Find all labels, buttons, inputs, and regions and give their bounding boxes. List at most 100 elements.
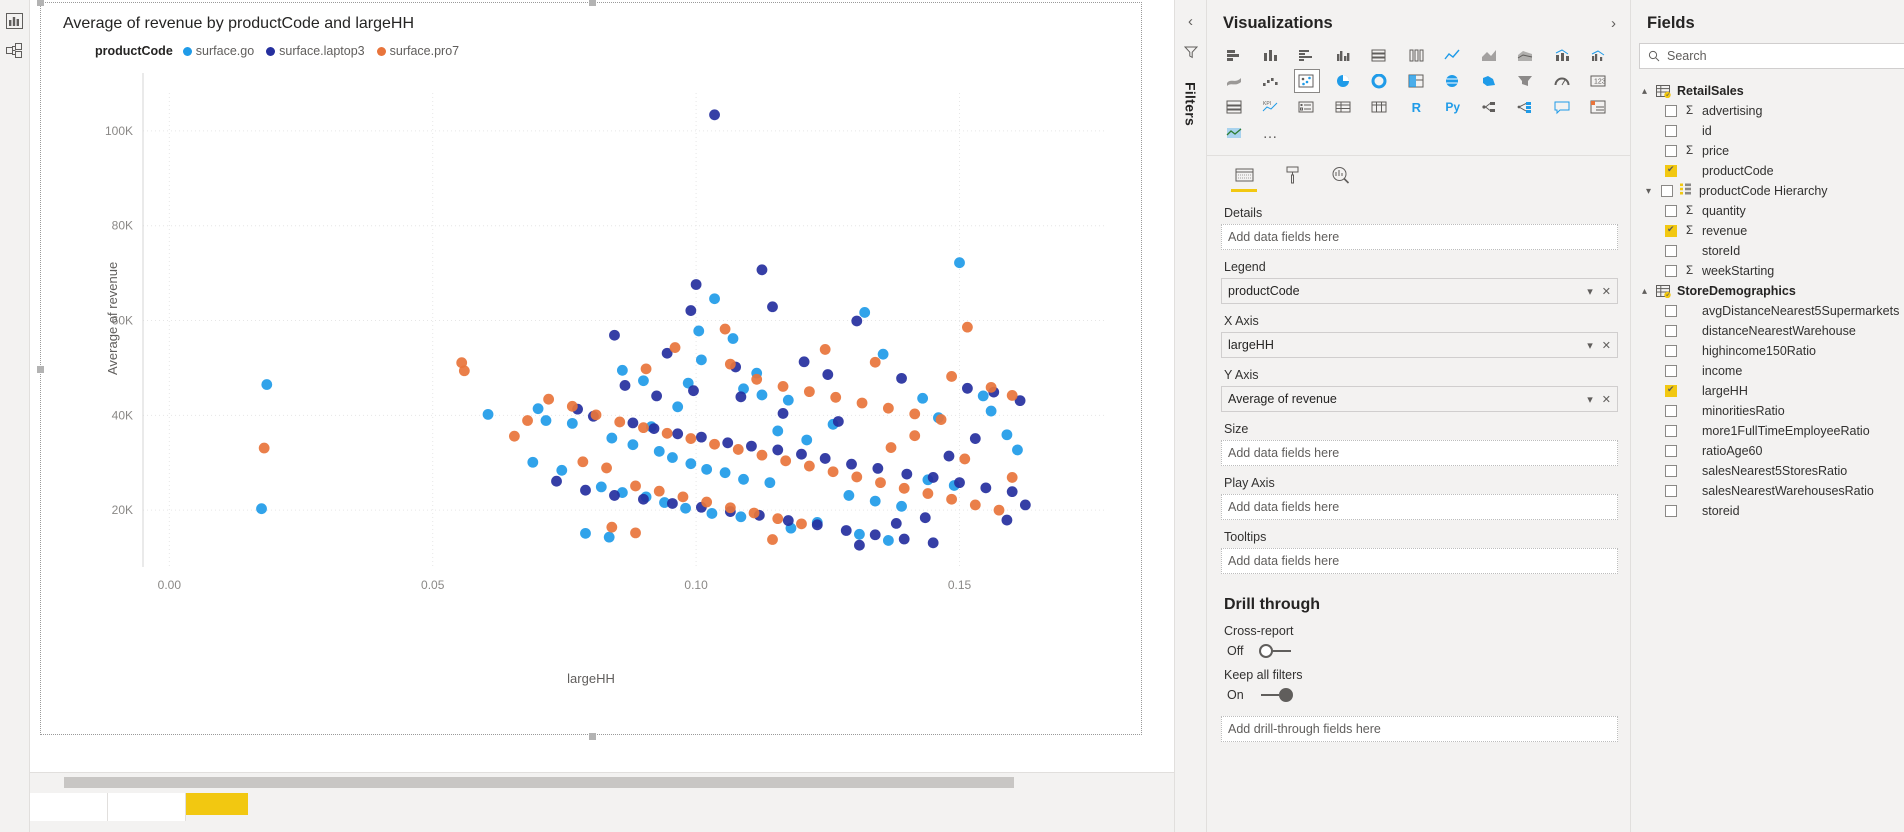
scrollbar-thumb[interactable] [64, 777, 1014, 788]
resize-handle-w[interactable] [37, 366, 44, 373]
field-row-advertising[interactable]: Σadvertising [1631, 101, 1904, 121]
data-point[interactable] [724, 358, 736, 370]
data-point[interactable] [261, 379, 273, 390]
data-point[interactable] [648, 423, 660, 434]
data-point[interactable] [830, 391, 842, 403]
field-checkbox[interactable] [1665, 365, 1677, 377]
more-visuals-button[interactable]: … [1257, 121, 1283, 145]
ribbon-chart-icon[interactable] [1221, 69, 1247, 93]
data-point[interactable] [735, 511, 747, 523]
data-point[interactable] [1006, 472, 1018, 483]
data-point[interactable] [772, 444, 784, 456]
data-point[interactable] [727, 333, 739, 344]
field-checkbox[interactable] [1665, 164, 1677, 177]
data-point[interactable] [985, 405, 997, 417]
data-point[interactable] [640, 363, 652, 375]
data-point[interactable] [796, 518, 807, 530]
data-point[interactable] [614, 416, 626, 428]
treemap-icon[interactable] [1403, 69, 1429, 93]
data-point[interactable] [803, 386, 815, 398]
search-input[interactable]: Search [1639, 43, 1904, 69]
data-point[interactable] [606, 521, 618, 533]
data-point[interactable] [540, 415, 552, 426]
data-point[interactable] [840, 525, 852, 536]
data-point[interactable] [943, 450, 955, 462]
kpi-icon[interactable]: KPI [1257, 95, 1283, 119]
field-row-productcode[interactable]: productCode [1631, 161, 1904, 181]
hundred-stacked-column-icon[interactable] [1403, 43, 1429, 67]
chevron-up-icon[interactable]: ▴ [1639, 86, 1650, 97]
cross-report-toggle[interactable] [1259, 644, 1293, 658]
field-checkbox[interactable] [1665, 485, 1677, 497]
data-point[interactable] [898, 482, 910, 494]
field-row-distancenearestwarehouse[interactable]: distanceNearestWarehouse [1631, 321, 1904, 341]
resize-handle-n[interactable] [589, 0, 596, 6]
data-point[interactable] [256, 503, 267, 515]
keep-all-filters-toggle-row[interactable]: On [1227, 688, 1618, 702]
data-point[interactable] [756, 389, 768, 401]
table-icon[interactable] [1330, 95, 1356, 119]
data-point[interactable] [977, 390, 989, 402]
clustered-column-chart-icon[interactable] [1330, 43, 1356, 67]
scatter-plot-svg[interactable]: 20K40K60K80K100K0.00 0.05 0.10 0.15 [47, 65, 1137, 735]
data-point[interactable] [458, 365, 470, 377]
legend-item-surface-laptop3[interactable]: surface.laptop3 [266, 44, 365, 58]
data-point[interactable] [719, 323, 731, 335]
field-checkbox[interactable] [1665, 384, 1677, 397]
data-point[interactable] [556, 464, 568, 476]
data-point[interactable] [756, 264, 768, 276]
data-point[interactable] [962, 321, 973, 333]
remove-field-icon[interactable]: ✕ [1602, 393, 1611, 406]
data-point[interactable] [767, 534, 778, 545]
field-row-highincome150ratio[interactable]: highincome150Ratio [1631, 341, 1904, 361]
gauge-icon[interactable] [1549, 69, 1575, 93]
drill-through-field-well[interactable]: Add drill-through fields here [1221, 716, 1618, 742]
funnel-icon[interactable] [1183, 45, 1198, 64]
series-surface-laptop3[interactable] [551, 109, 1031, 551]
fields-tab[interactable] [1229, 162, 1259, 192]
well-details[interactable]: Add data fields here [1221, 224, 1618, 250]
data-point[interactable] [735, 391, 747, 403]
data-point[interactable] [856, 397, 868, 409]
data-point[interactable] [532, 403, 544, 415]
data-point[interactable] [917, 392, 929, 404]
field-checkbox[interactable] [1665, 145, 1677, 157]
data-point[interactable] [896, 500, 907, 512]
field-checkbox[interactable] [1665, 245, 1677, 257]
r-script-visual-icon[interactable]: R [1403, 95, 1429, 119]
field-checkbox[interactable] [1665, 445, 1677, 457]
data-point[interactable] [756, 449, 768, 461]
stacked-area-chart-icon[interactable] [1513, 43, 1539, 67]
slicer-icon[interactable] [1294, 95, 1320, 119]
data-point[interactable] [854, 539, 865, 551]
data-point[interactable] [601, 462, 612, 474]
data-point[interactable] [566, 417, 578, 429]
field-row-quantity[interactable]: Σquantity [1631, 201, 1904, 221]
hundred-stacked-bar-icon[interactable] [1367, 43, 1393, 67]
chevron-down-icon[interactable]: ▾ [1587, 285, 1593, 298]
data-point[interactable] [580, 527, 591, 539]
data-point[interactable] [890, 517, 902, 529]
field-row-largehh[interactable]: largeHH [1631, 381, 1904, 401]
data-point[interactable] [909, 430, 921, 442]
data-point[interactable] [638, 493, 649, 505]
data-point[interactable] [872, 463, 884, 474]
data-point[interactable] [882, 535, 894, 546]
data-point[interactable] [993, 504, 1005, 516]
data-point[interactable] [985, 381, 997, 393]
stacked-bar-chart-icon[interactable] [1221, 43, 1247, 67]
data-point[interactable] [651, 390, 663, 402]
data-point[interactable] [927, 537, 939, 549]
data-point[interactable] [980, 482, 992, 494]
data-point[interactable] [609, 490, 620, 501]
data-point[interactable] [954, 477, 965, 489]
data-point[interactable] [627, 417, 639, 429]
donut-chart-icon[interactable] [1367, 69, 1393, 93]
data-point[interactable] [709, 109, 720, 121]
data-point[interactable] [522, 415, 533, 426]
field-checkbox[interactable] [1665, 505, 1677, 517]
data-point[interactable] [672, 401, 684, 413]
field-row-storeid[interactable]: storeId [1631, 241, 1904, 261]
data-point[interactable] [577, 456, 589, 468]
data-point[interactable] [719, 467, 731, 479]
